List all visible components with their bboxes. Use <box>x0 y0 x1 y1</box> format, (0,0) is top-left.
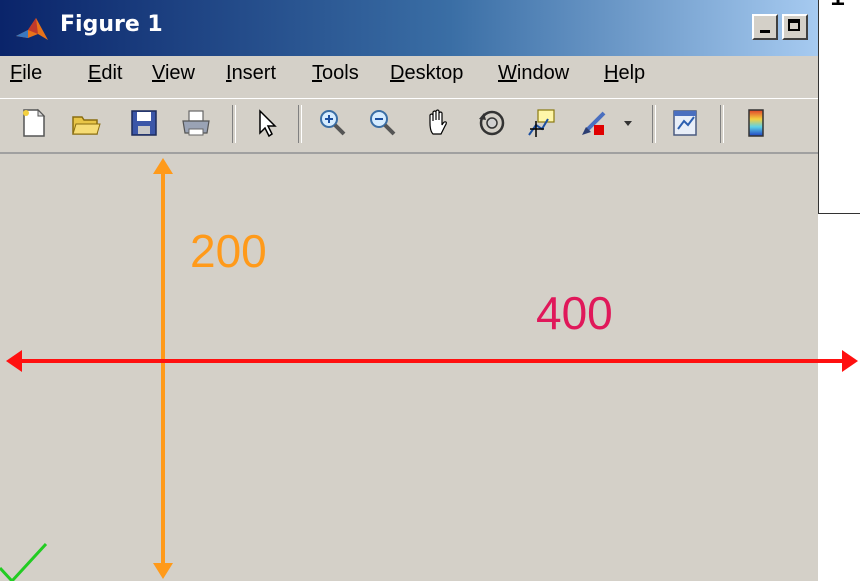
overlay-text: 1 <box>828 0 846 13</box>
toolbar-separator <box>720 105 724 143</box>
rotate-3d-icon[interactable] <box>476 107 508 139</box>
overlay-panel <box>818 0 860 214</box>
width-arrow-right-head <box>842 350 858 372</box>
edit-plot-arrow-icon[interactable] <box>252 107 284 139</box>
data-cursor-icon[interactable] <box>526 107 558 139</box>
menu-file[interactable]: File <box>10 62 42 85</box>
matlab-logo-icon <box>16 18 48 40</box>
colorbar-icon[interactable] <box>740 107 772 139</box>
menu-desktop[interactable]: Desktop <box>390 62 463 85</box>
save-icon[interactable] <box>128 107 160 139</box>
minimize-button[interactable] <box>752 14 778 40</box>
zoom-in-icon[interactable] <box>316 107 348 139</box>
menu-help[interactable]: Help <box>604 62 645 85</box>
menu-edit[interactable]: Edit <box>88 62 122 85</box>
pan-hand-icon[interactable] <box>422 107 454 139</box>
figure-window: Figure 1 File Edit View Insert Tools Des… <box>0 0 818 581</box>
height-label: 200 <box>190 225 267 277</box>
menu-bar: File Edit View Insert Tools Desktop Wind… <box>0 58 818 94</box>
brush-dropdown-icon[interactable] <box>620 107 636 139</box>
open-file-icon[interactable] <box>70 107 102 139</box>
link-plot-icon[interactable] <box>670 107 702 139</box>
figure-toolbar <box>0 98 818 151</box>
print-icon[interactable] <box>180 107 212 139</box>
brush-icon[interactable] <box>578 107 610 139</box>
menu-insert[interactable]: Insert <box>226 62 276 85</box>
menu-view[interactable]: View <box>152 62 195 85</box>
zoom-out-icon[interactable] <box>366 107 398 139</box>
toolbar-separator <box>232 105 236 143</box>
menu-window[interactable]: Window <box>498 62 569 85</box>
width-label: 400 <box>536 287 613 339</box>
figure-canvas[interactable] <box>0 152 818 581</box>
toolbar-separator <box>652 105 656 143</box>
maximize-button[interactable] <box>782 14 808 40</box>
new-figure-icon[interactable] <box>18 107 50 139</box>
window-title: Figure 1 <box>60 12 163 37</box>
toolbar-separator <box>298 105 302 143</box>
menu-tools[interactable]: Tools <box>312 62 359 85</box>
title-bar[interactable]: Figure 1 <box>0 0 818 56</box>
